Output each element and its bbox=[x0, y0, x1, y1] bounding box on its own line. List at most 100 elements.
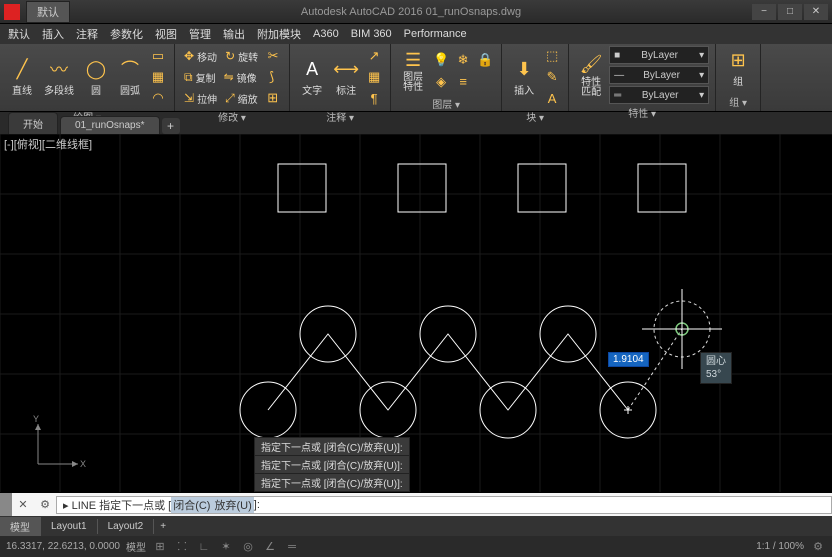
menu-addins[interactable]: 附加模块 bbox=[257, 26, 301, 42]
mirror-button[interactable]: ⇋镜像 bbox=[221, 69, 260, 86]
options-icon[interactable]: ⚙ bbox=[34, 495, 56, 515]
scale-button[interactable]: ⤢缩放 bbox=[222, 90, 261, 107]
ribbon-panel-block: ⬇插入 ⬚ ✎ A 块 ▾ bbox=[502, 44, 569, 111]
otrack-toggle[interactable]: ∠ bbox=[262, 539, 278, 555]
window-title: Autodesk AutoCAD 2016 01_runOsnaps.dwg bbox=[70, 6, 752, 18]
layout-tabs: 模型 Layout1 Layout2 + bbox=[0, 516, 832, 536]
ribbon: ╱直线 〰多段线 ◯圆 ⌒圆弧 ▭ ▦ ◠ 绘图 ▾ ✥移动 ↻旋转 ✂ ⧉复制… bbox=[0, 44, 832, 112]
model-tab[interactable]: 模型 bbox=[0, 517, 41, 536]
lineweight-toggle[interactable]: ═ bbox=[284, 539, 300, 555]
array-button[interactable]: ⊞ bbox=[263, 88, 283, 108]
panel-label: 组 ▾ bbox=[722, 93, 754, 109]
stretch-icon: ⇲ bbox=[184, 91, 194, 105]
osnap-toggle[interactable]: ◎ bbox=[240, 539, 256, 555]
titlebar: 默认 Autodesk AutoCAD 2016 01_runOsnaps.dw… bbox=[0, 0, 832, 24]
menu-manage[interactable]: 管理 bbox=[189, 26, 211, 42]
layer-props-button[interactable]: ☰图层 特性 bbox=[397, 46, 429, 95]
layer-lock-button[interactable]: 🔒 bbox=[475, 50, 495, 70]
text-button[interactable]: A文字 bbox=[296, 55, 328, 99]
menu-view[interactable]: 视图 bbox=[155, 26, 177, 42]
title-tab[interactable]: 默认 bbox=[26, 1, 70, 23]
panel-label: 注释 ▾ bbox=[296, 108, 384, 124]
menu-bim360[interactable]: BIM 360 bbox=[351, 28, 392, 40]
new-tab-button[interactable]: + bbox=[162, 118, 180, 134]
text-icon: A bbox=[300, 57, 324, 81]
fillet-button[interactable]: ⟆ bbox=[262, 67, 282, 87]
view-label[interactable]: [-][俯视][二维线框] bbox=[4, 136, 92, 152]
history-line: 指定下一点或 [闭合(C)/放弃(U)]: bbox=[254, 455, 410, 474]
layer-match-button[interactable]: ≡ bbox=[453, 72, 473, 92]
layer-iso-button[interactable]: ◈ bbox=[431, 72, 451, 92]
table-button[interactable]: ▦ bbox=[364, 67, 384, 87]
add-layout-button[interactable]: + bbox=[154, 519, 172, 534]
mirror-icon: ⇋ bbox=[224, 70, 234, 84]
snap-toggle[interactable]: ⸬ bbox=[174, 539, 190, 555]
rect-button[interactable]: ▭ bbox=[148, 46, 168, 66]
close-cmdline-icon[interactable]: ✕ bbox=[12, 495, 34, 515]
menu-annotate[interactable]: 注释 bbox=[76, 26, 98, 42]
minimize-button[interactable]: − bbox=[752, 4, 776, 20]
start-tab[interactable]: 开始 bbox=[8, 112, 58, 134]
line-button[interactable]: ╱直线 bbox=[6, 55, 38, 99]
close-button[interactable]: ✕ bbox=[804, 4, 828, 20]
trim-button[interactable]: ✂ bbox=[263, 46, 283, 66]
create-block-button[interactable]: ⬚ bbox=[542, 46, 562, 66]
ortho-toggle[interactable]: ∟ bbox=[196, 539, 212, 555]
drawing-canvas[interactable]: [-][俯视][二维线框] 1.9104 圆心53° 指定下一点或 [闭合(C)… bbox=[0, 134, 832, 492]
svg-text:X: X bbox=[80, 459, 86, 469]
attr-button[interactable]: A bbox=[542, 88, 562, 108]
menubar: 默认 插入 注释 参数化 视图 管理 输出 附加模块 A360 BIM 360 … bbox=[0, 24, 832, 44]
layer-freeze-button[interactable]: ❄ bbox=[453, 50, 473, 70]
layer-off-button[interactable]: 💡 bbox=[431, 50, 451, 70]
insert-button[interactable]: ⬇插入 bbox=[508, 55, 540, 99]
ellipse-button[interactable]: ◠ bbox=[148, 88, 168, 108]
layers-icon: ☰ bbox=[401, 48, 425, 72]
hatch-button[interactable]: ▦ bbox=[148, 67, 168, 87]
matchprop-button[interactable]: 🖌特性 匹配 bbox=[575, 51, 607, 100]
insert-icon: ⬇ bbox=[512, 57, 536, 81]
gear-icon[interactable]: ⚙ bbox=[810, 539, 826, 555]
menu-parametric[interactable]: 参数化 bbox=[110, 26, 143, 42]
panel-label: 图层 ▾ bbox=[397, 95, 495, 111]
panel-label: 修改 ▾ bbox=[181, 108, 283, 124]
dim-icon: ⟷ bbox=[334, 57, 358, 81]
polyline-icon: 〰 bbox=[47, 57, 71, 81]
linetype-combo[interactable]: —ByLayer▾ bbox=[609, 66, 709, 84]
circle-button[interactable]: ◯圆 bbox=[80, 55, 112, 99]
layout2-tab[interactable]: Layout2 bbox=[98, 519, 155, 534]
leader-button[interactable]: ↗ bbox=[364, 46, 384, 66]
app-icon[interactable] bbox=[4, 4, 20, 20]
cmdline-handle[interactable] bbox=[0, 493, 12, 516]
polar-toggle[interactable]: ✶ bbox=[218, 539, 234, 555]
arc-button[interactable]: ⌒圆弧 bbox=[114, 55, 146, 99]
grid-toggle[interactable]: ⊞ bbox=[152, 539, 168, 555]
panel-label: 块 ▾ bbox=[508, 108, 562, 124]
zoom-readout[interactable]: 1:1 / 100% bbox=[756, 541, 804, 552]
move-button[interactable]: ✥移动 bbox=[181, 48, 220, 65]
menu-insert[interactable]: 插入 bbox=[42, 26, 64, 42]
copy-button[interactable]: ⧉复制 bbox=[181, 69, 219, 86]
stretch-button[interactable]: ⇲拉伸 bbox=[181, 90, 220, 107]
command-line[interactable]: ✕ ⚙ ▸ LINE 指定下一点或 [ 闭合(C) 放弃(U) ]: bbox=[0, 492, 832, 516]
mtext-button[interactable]: ¶ bbox=[364, 88, 384, 108]
menu-output[interactable]: 输出 bbox=[223, 26, 245, 42]
file-tab-active[interactable]: 01_runOsnaps* bbox=[60, 116, 160, 134]
rotate-button[interactable]: ↻旋转 bbox=[222, 48, 261, 65]
menu-default[interactable]: 默认 bbox=[8, 26, 30, 42]
menu-performance[interactable]: Performance bbox=[404, 28, 467, 40]
menu-a360[interactable]: A360 bbox=[313, 28, 339, 40]
edit-block-button[interactable]: ✎ bbox=[542, 67, 562, 87]
ribbon-panel-properties: 🖌特性 匹配 ■ByLayer▾ —ByLayer▾ ═ByLayer▾ 特性 … bbox=[569, 44, 716, 111]
model-badge[interactable]: 模型 bbox=[126, 539, 146, 554]
group-button[interactable]: ⊞组 bbox=[722, 46, 754, 90]
dimension-button[interactable]: ⟷标注 bbox=[330, 55, 362, 99]
maximize-button[interactable]: □ bbox=[778, 4, 802, 20]
rotate-icon: ↻ bbox=[225, 49, 235, 63]
color-combo[interactable]: ■ByLayer▾ bbox=[609, 46, 709, 64]
dynamic-distance-input[interactable]: 1.9104 bbox=[608, 352, 649, 367]
layout1-tab[interactable]: Layout1 bbox=[41, 519, 98, 534]
polyline-button[interactable]: 〰多段线 bbox=[40, 55, 78, 99]
grid bbox=[0, 134, 832, 492]
lineweight-combo[interactable]: ═ByLayer▾ bbox=[609, 86, 709, 104]
command-input[interactable]: ▸ LINE 指定下一点或 [ 闭合(C) 放弃(U) ]: bbox=[56, 496, 832, 514]
